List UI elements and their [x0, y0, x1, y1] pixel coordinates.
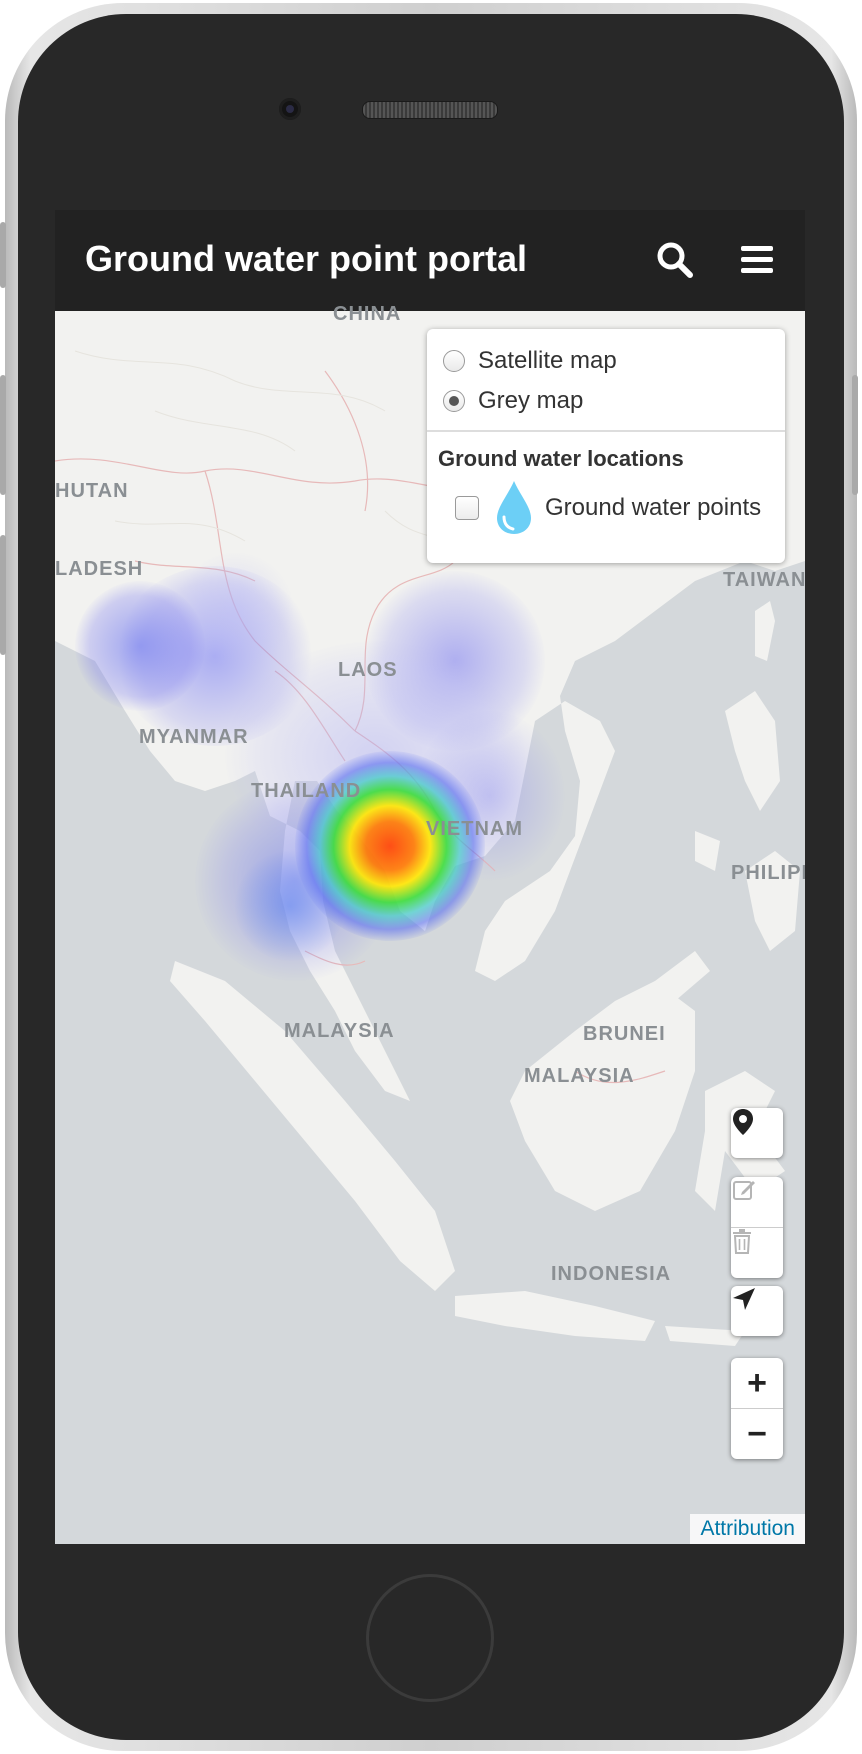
phone-speaker: [362, 101, 498, 119]
search-icon[interactable]: [655, 240, 695, 280]
map-label-china: CHINA: [333, 303, 402, 325]
map-marker-button[interactable]: [731, 1108, 783, 1158]
hamburger-menu-icon[interactable]: [738, 240, 778, 280]
zoom-out-button[interactable]: −: [731, 1408, 783, 1459]
marker-control: [731, 1108, 783, 1158]
trash-icon: [733, 1229, 751, 1254]
locate-me-button[interactable]: [731, 1286, 783, 1336]
edit-icon: [733, 1181, 755, 1200]
map-label-brunei: BRUNEI: [583, 1023, 666, 1045]
satellite-map-label: Satellite map: [478, 347, 617, 374]
map-label-bhutan: HUTAN: [55, 480, 129, 502]
map-label-indonesia: INDONESIA: [551, 1263, 672, 1285]
map-label-bangladesh: LADESH: [55, 558, 144, 580]
grey-map-radio[interactable]: [443, 390, 465, 412]
phone-camera: [279, 98, 301, 120]
map-label-malaysia-west: MALAYSIA: [284, 1020, 395, 1042]
ground-water-points-checkbox[interactable]: [455, 496, 479, 520]
app-screen: Ground water point portal CHINA HUTAN LA…: [55, 210, 805, 1544]
satellite-map-radio[interactable]: [443, 350, 465, 372]
phone-mute-switch: [0, 222, 6, 288]
map-marker-icon: [733, 1109, 753, 1135]
layer-control-panel: Satellite map Grey map Ground water loca…: [427, 329, 785, 563]
ground-water-points-label[interactable]: Ground water points: [545, 494, 761, 522]
map-view[interactable]: CHINA HUTAN LADESH TAIWAN LAOS MYANMAR T…: [55, 303, 805, 1544]
zoom-in-icon: +: [747, 1364, 767, 1402]
map-label-myanmar: MYANMAR: [139, 726, 249, 748]
map-label-thailand: THAILAND: [251, 780, 362, 802]
map-label-malaysia-east: MALAYSIA: [524, 1065, 635, 1087]
grey-map-label: Grey map: [478, 387, 584, 414]
map-label-taiwan: TAIWAN: [723, 569, 805, 591]
attribution-link[interactable]: Attribution: [690, 1514, 805, 1544]
base-layer-satellite[interactable]: Satellite map: [443, 347, 617, 375]
locate-control: [731, 1286, 783, 1336]
map-label-philippines: PHILIPPINES: [731, 862, 805, 884]
overlay-group-title: Ground water locations: [438, 446, 684, 471]
phone-power-button: [852, 375, 858, 495]
phone-volume-down: [0, 535, 6, 655]
phone-home-button[interactable]: [366, 1574, 494, 1702]
map-label-vietnam: VIETNAM: [426, 818, 523, 840]
page-title[interactable]: Ground water point portal: [85, 238, 527, 280]
map-label-laos: LAOS: [338, 659, 398, 681]
delete-layers-button[interactable]: [731, 1227, 783, 1278]
zoom-control: + −: [731, 1358, 783, 1459]
draw-edit-control: [731, 1177, 783, 1278]
base-layer-grey[interactable]: Grey map: [443, 387, 583, 415]
phone-volume-up: [0, 375, 6, 495]
zoom-in-button[interactable]: +: [731, 1358, 783, 1408]
edit-layers-button[interactable]: [731, 1177, 783, 1227]
zoom-out-icon: −: [747, 1415, 767, 1453]
layer-control-divider: [427, 430, 785, 432]
navigation-arrow-icon: [733, 1288, 755, 1310]
top-navbar: Ground water point portal: [55, 210, 805, 311]
